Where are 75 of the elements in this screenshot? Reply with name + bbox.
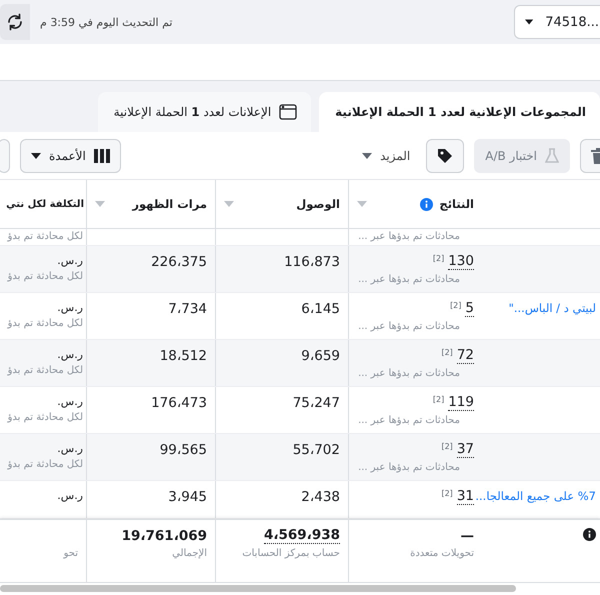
reach-value: 116،873 bbox=[284, 254, 340, 270]
results-value: 130 bbox=[448, 254, 474, 270]
impressions-value: 176،473 bbox=[151, 395, 207, 411]
window-icon bbox=[279, 104, 298, 120]
reach-total-label: حساب بمركز الحسابات bbox=[242, 548, 340, 559]
sort-caret-icon bbox=[224, 201, 234, 207]
cost-value: ر.س. bbox=[57, 254, 83, 267]
results-subtext: محادثات تم بدؤها عبر ... bbox=[358, 414, 461, 426]
account-dropdown[interactable]: ...74518 bbox=[514, 5, 600, 39]
reach-total: 4،569،938 bbox=[264, 528, 340, 544]
impressions-total-label: الإجمالي bbox=[172, 548, 207, 559]
impressions-value: 99،565 bbox=[160, 442, 207, 458]
caret-icon bbox=[362, 152, 372, 159]
footnote-marker: [2] bbox=[432, 254, 444, 263]
info-icon bbox=[420, 198, 434, 210]
cost-value: ر.س. bbox=[57, 395, 83, 408]
results-value: 72 bbox=[456, 348, 474, 364]
cost-subtext: لكل محادثة تم بدؤ bbox=[8, 412, 83, 423]
results-subtext: محادثات تم بدؤها عبر ... bbox=[358, 320, 461, 332]
cost-value: ر.س. bbox=[57, 489, 83, 502]
columns-icon bbox=[94, 148, 110, 163]
caret-icon bbox=[31, 152, 41, 159]
cost-subtext: لكل محادثة تم بدؤ bbox=[8, 459, 83, 470]
impressions-value: 18،512 bbox=[160, 348, 207, 364]
footnote-marker: [2] bbox=[441, 348, 453, 357]
info-icon bbox=[583, 528, 596, 541]
flask-icon bbox=[545, 148, 559, 164]
ad-set-link[interactable]: لبيتي د / الباس..." bbox=[508, 301, 596, 315]
impressions-value: 3،945 bbox=[168, 489, 207, 505]
reach-value: 9،659 bbox=[301, 348, 340, 364]
column-header[interactable]: الوصول bbox=[296, 197, 340, 211]
columns-button[interactable]: الأعمدة bbox=[20, 138, 121, 173]
reach-value: 2،438 bbox=[301, 489, 340, 505]
cost-value: ر.س. bbox=[57, 348, 83, 361]
cost-value: ر.س. bbox=[57, 442, 83, 455]
impressions-value: 7،734 bbox=[168, 301, 207, 317]
cost-subtext: لكل محادثة تم بدؤ bbox=[8, 231, 83, 242]
more-dropdown[interactable]: المزيد bbox=[356, 148, 416, 163]
impressions-total: 19،761،069 bbox=[122, 528, 207, 544]
cost-subtext: لكل محادثة تم بدؤ bbox=[8, 271, 83, 282]
tag-icon bbox=[437, 148, 454, 164]
column-header[interactable]: التكلفة لكل نتي bbox=[6, 198, 84, 210]
sort-caret-icon bbox=[95, 201, 105, 207]
results-subtext: محادثات تم بدؤها عبر ... bbox=[358, 368, 461, 379]
results-value: 37 bbox=[456, 442, 474, 458]
results-total: — bbox=[460, 528, 474, 544]
sort-caret-icon bbox=[357, 201, 367, 207]
reach-value: 6،145 bbox=[301, 301, 340, 317]
footnote-marker: [2] bbox=[432, 395, 444, 404]
caret-icon bbox=[525, 19, 534, 25]
results-value: 119 bbox=[448, 395, 474, 411]
footnote-marker: [2] bbox=[441, 442, 453, 451]
column-header[interactable]: مرات الظهور bbox=[132, 197, 207, 211]
footnote-marker: [2] bbox=[450, 301, 462, 310]
cost-subtext: لكل محادثة تم بدؤ bbox=[8, 365, 83, 376]
cost-subtext: لكل محادثة تم بدؤ bbox=[8, 318, 83, 329]
ad-set-link[interactable]: %7 على جميع المعالجا... bbox=[475, 489, 596, 503]
refresh-icon bbox=[6, 13, 24, 31]
results-subtext: محادثات تم بدؤها عبر ... bbox=[358, 231, 461, 242]
results-value: 5 bbox=[465, 301, 474, 317]
last-updated-text: تم التحديث اليوم في 3:59 م bbox=[40, 16, 172, 28]
results-subtext: محادثات تم بدؤها عبر ... bbox=[358, 274, 461, 285]
scrollbar-thumb[interactable] bbox=[0, 585, 516, 592]
column-header[interactable]: النتائج bbox=[439, 197, 474, 211]
footnote-marker: [2] bbox=[441, 489, 453, 498]
results-subtext: محادثات تم بدؤها عبر ... bbox=[358, 462, 461, 473]
results-total-label: تحويلات متعددة bbox=[410, 548, 474, 559]
refresh-button[interactable] bbox=[0, 4, 30, 40]
impressions-value: 226،375 bbox=[151, 254, 207, 270]
reach-value: 75،247 bbox=[292, 395, 340, 411]
cost-total-label: تحو bbox=[64, 548, 78, 559]
reach-value: 55،702 bbox=[292, 442, 340, 458]
tag-button[interactable] bbox=[426, 138, 464, 173]
results-value: 31 bbox=[456, 489, 474, 505]
cost-value: ر.س. bbox=[57, 301, 83, 314]
